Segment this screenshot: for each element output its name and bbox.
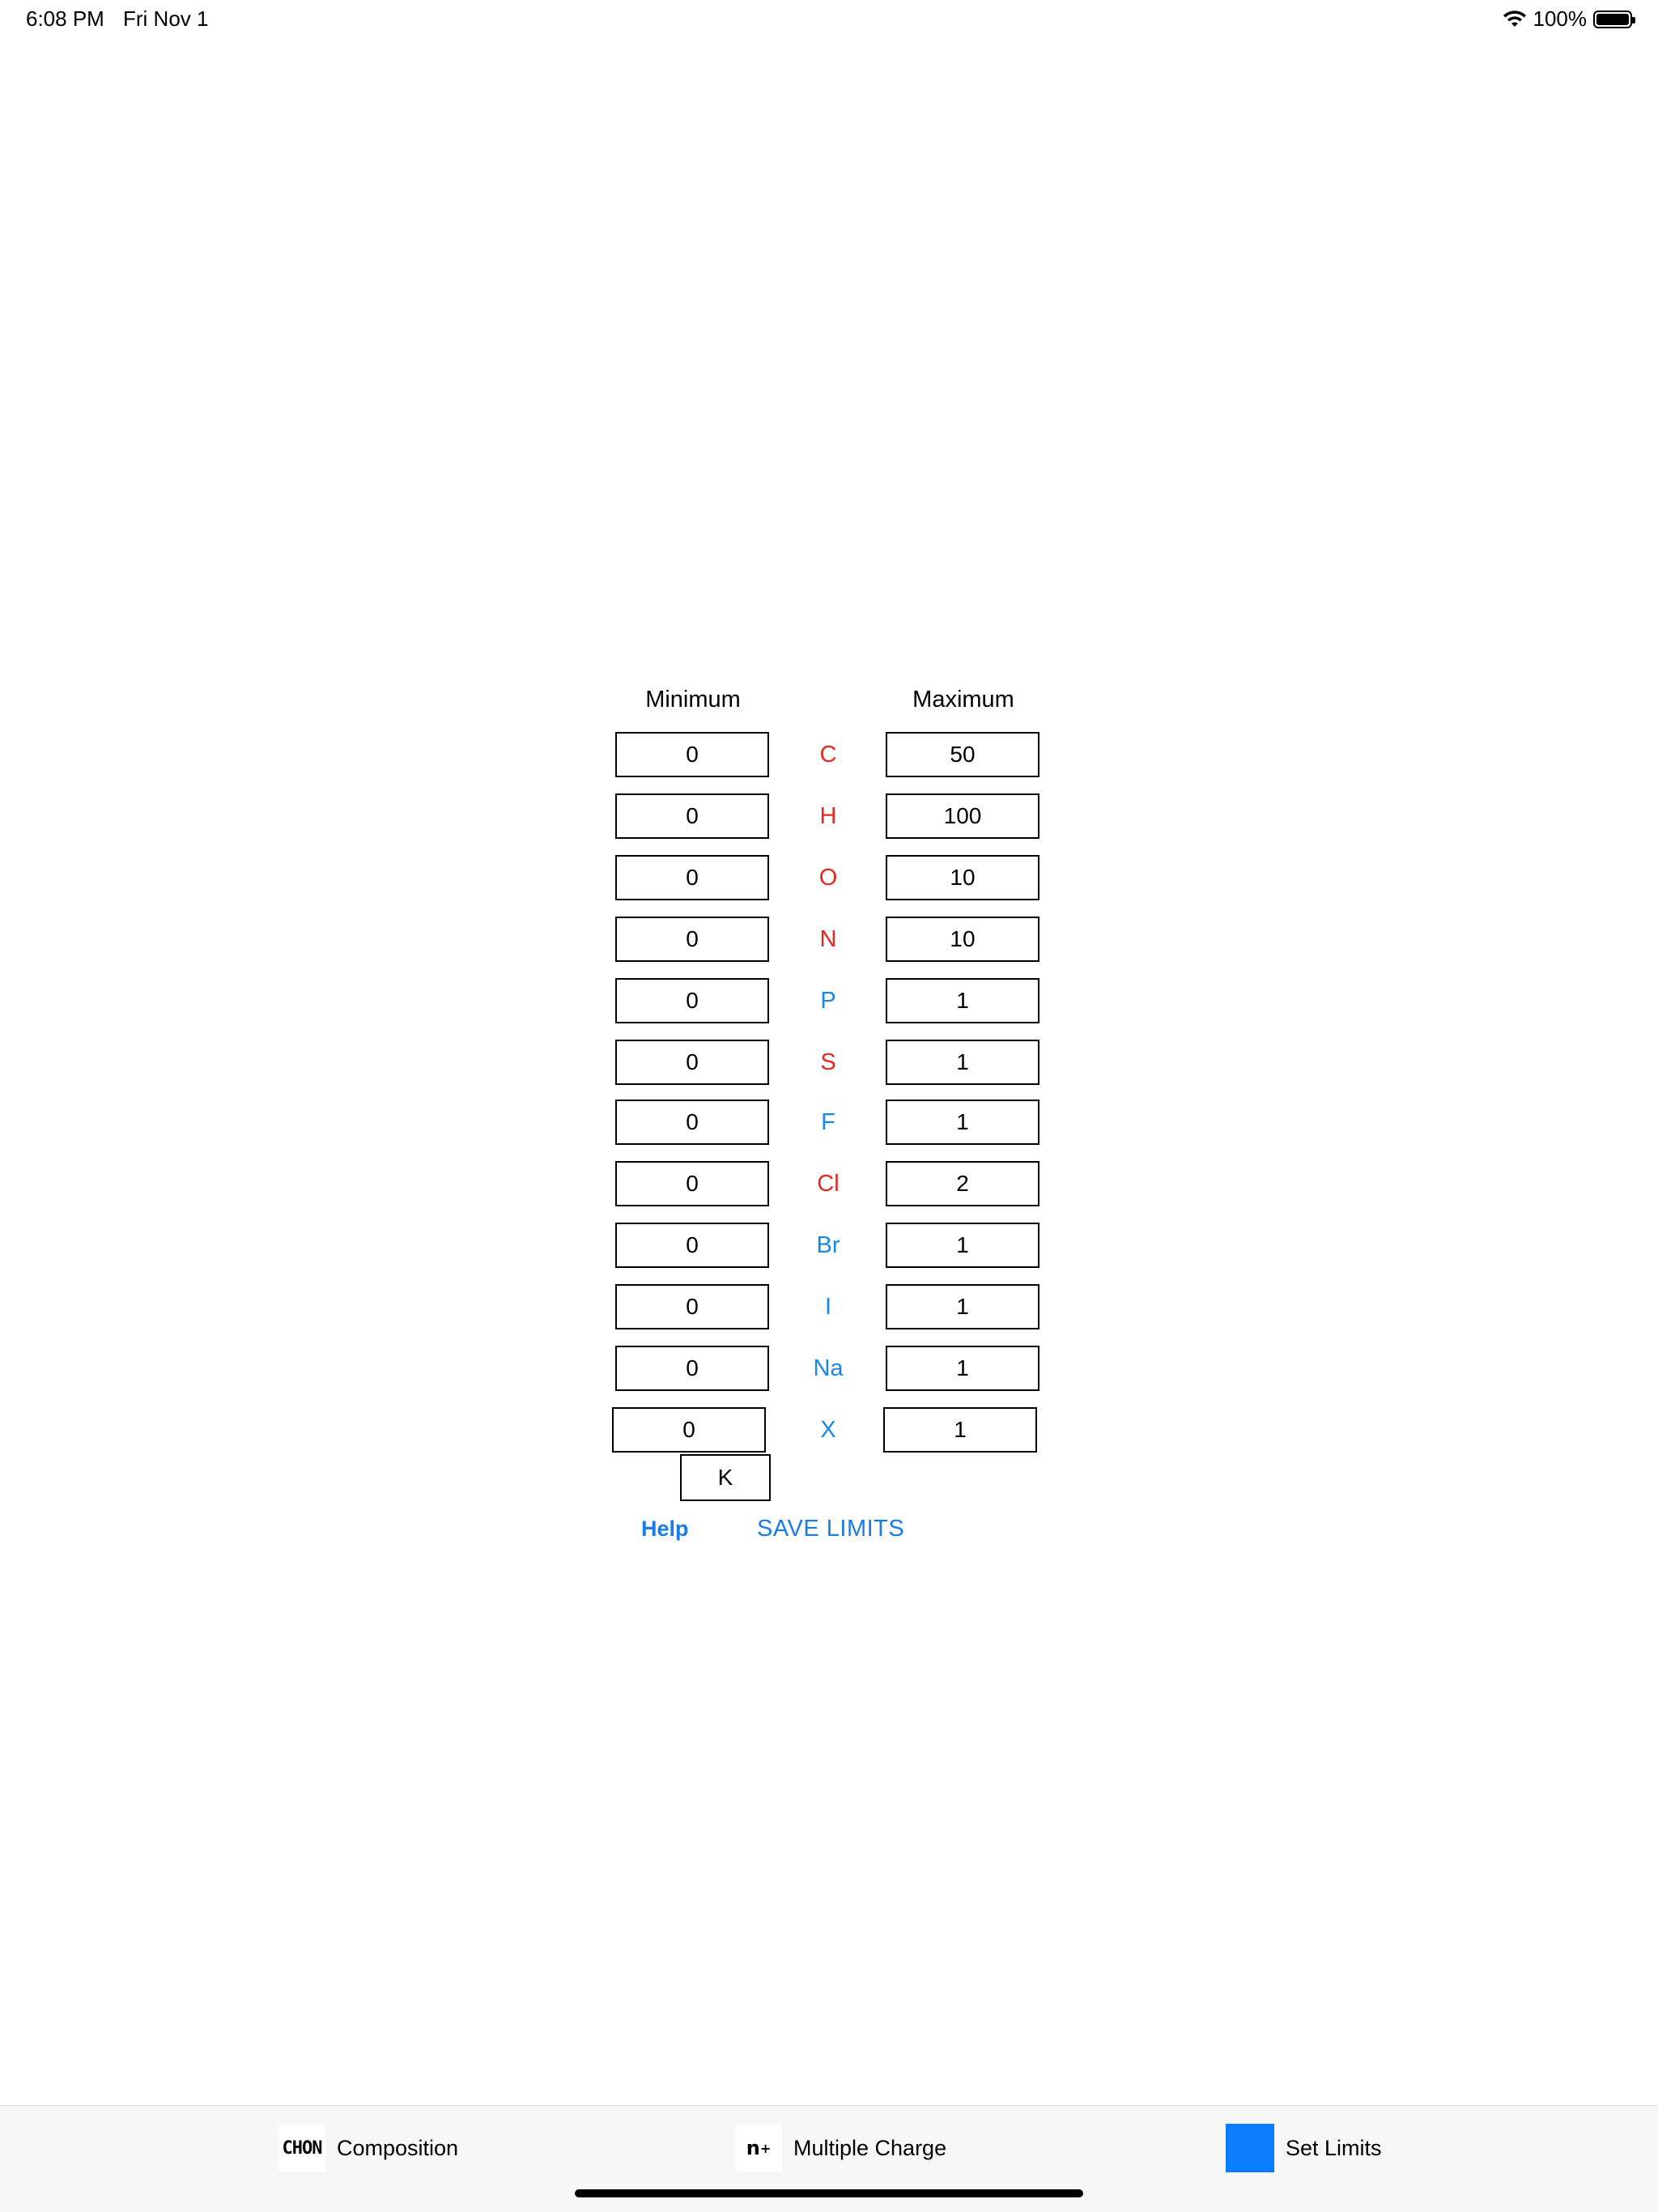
max-field-i[interactable]: 1 [886,1284,1039,1329]
tab-set-limits-label: Set Limits [1286,2135,1382,2160]
maximum-header: Maximum [912,687,1014,713]
max-field-p[interactable]: 1 [886,978,1039,1023]
min-field-cl[interactable]: 0 [615,1161,769,1206]
element-label-i: I [824,1294,832,1320]
min-field-p[interactable]: 0 [615,978,769,1023]
element-k-field[interactable]: K [680,1454,771,1501]
battery-icon [1593,10,1635,28]
home-indicator [575,2189,1083,2197]
max-field-n[interactable]: 10 [886,917,1039,962]
element-label-p: P [820,988,836,1014]
element-label-c: C [819,742,837,768]
min-field-n[interactable]: 0 [615,917,769,962]
help-button[interactable]: Help [641,1516,689,1542]
status-date: Fri Nov 1 [123,6,209,31]
minimum-header: Minimum [645,687,741,713]
app-root: 6:08 PM Fri Nov 1 100% Minimum Maximum 0… [0,0,1658,2212]
status-time: 6:08 PM [26,6,104,31]
chon-icon: CHON [278,2125,325,2172]
battery-percent: 100% [1533,6,1588,31]
element-label-x: X [820,1417,836,1443]
limits-icon [1226,2124,1274,2172]
element-label-s: S [820,1049,836,1075]
min-field-x[interactable]: 0 [612,1407,766,1453]
tab-composition-label: Composition [337,2135,459,2160]
element-label-n: N [819,926,837,952]
tab-set-limits[interactable]: Set Limits [1226,2124,1382,2172]
min-field-s[interactable]: 0 [615,1040,769,1085]
element-label-f: F [821,1109,835,1135]
min-field-i[interactable]: 0 [615,1284,769,1329]
max-field-c[interactable]: 50 [886,732,1039,777]
tab-multiple-charge[interactable]: n + Multiple Charge [735,2124,946,2172]
min-field-h[interactable]: 0 [615,793,769,839]
status-bar: 6:08 PM Fri Nov 1 100% [0,0,1658,39]
wifi-icon [1503,10,1526,27]
status-right: 100% [1503,6,1635,32]
tab-composition[interactable]: CHON Composition [278,2124,458,2172]
element-label-cl: Cl [817,1171,840,1197]
max-field-na[interactable]: 1 [886,1346,1039,1391]
max-field-x[interactable]: 1 [883,1407,1037,1453]
tab-multiple-charge-label: Multiple Charge [793,2135,947,2160]
max-field-h[interactable]: 100 [886,793,1039,839]
min-field-f[interactable]: 0 [615,1100,769,1145]
max-field-br[interactable]: 1 [886,1223,1039,1268]
min-field-c[interactable]: 0 [615,732,769,777]
element-label-o: O [818,865,838,891]
save-limits-button[interactable]: SAVE LIMITS [757,1516,904,1542]
max-field-f[interactable]: 1 [886,1100,1039,1145]
max-field-cl[interactable]: 2 [886,1161,1039,1206]
min-field-na[interactable]: 0 [615,1346,769,1391]
element-label-na: Na [813,1355,844,1381]
max-field-o[interactable]: 10 [886,855,1039,900]
element-label-h: H [819,803,837,829]
charge-icon: n + [735,2125,782,2172]
element-label-br: Br [816,1232,840,1258]
max-field-s[interactable]: 1 [886,1040,1039,1085]
min-field-o[interactable]: 0 [615,855,769,900]
min-field-br[interactable]: 0 [615,1223,769,1268]
